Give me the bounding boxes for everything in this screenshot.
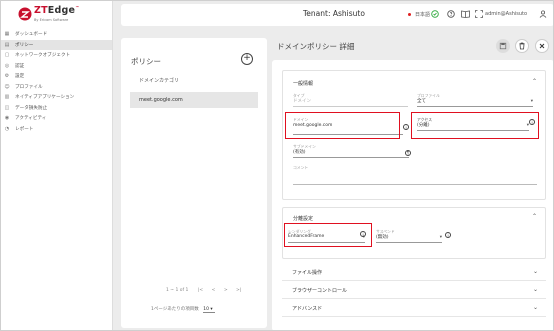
profile-select[interactable]: プロファイル 全て ▾ [417, 93, 533, 107]
logo-text: ZTEdge™ [34, 5, 80, 16]
top-header: Tenant: Ashisuto 日本語 admin@Ashisuto [121, 4, 554, 26]
sidebar-item-label: プロファイル [15, 84, 43, 90]
fullscreen-icon[interactable] [475, 10, 483, 20]
sidebar-item-label: 認証 [15, 63, 25, 69]
sidebar-item-7[interactable]: ◫ データ損失防止 [0, 103, 112, 114]
sidebar-item-4[interactable]: ⚙ 設定 [0, 71, 112, 82]
first-page-icon[interactable]: |< [198, 288, 203, 293]
collapse-chevron-icon[interactable]: ⌃ [532, 213, 537, 220]
domain-info-icon[interactable]: i [403, 124, 409, 130]
dropdown-caret-icon: ▾ [530, 99, 533, 104]
sidebar-item-0[interactable]: ▦ ダッシュボード [0, 29, 112, 40]
dashboard-icon: ▦ [4, 31, 10, 38]
save-icon [499, 42, 507, 50]
subdomain-select[interactable]: サブドメイン (有効) ▾ [293, 144, 409, 158]
help-icon[interactable] [447, 10, 455, 20]
rendering-highlight [284, 223, 372, 247]
close-icon [539, 43, 545, 49]
expand-chevron-icon: ⌄ [532, 268, 538, 275]
sidebar-item-label: ダッシュボード [15, 32, 48, 38]
collapse-chevron-icon[interactable]: ⌃ [532, 78, 537, 85]
ztedge-logo[interactable]: ZTEdge™ By Ericom Software [18, 5, 98, 27]
location-icon: ⚙ [4, 73, 10, 80]
sidebar-item-8[interactable]: ◉ アクティビティ [0, 113, 112, 124]
sidebar-item-label: 設定 [15, 74, 25, 80]
sidebar-item-label: ポリシー [15, 42, 34, 48]
data-loss-icon: ◫ [4, 104, 10, 111]
domain-highlight [285, 112, 400, 139]
sidebar: ZTEdge™ By Ericom Software ▦ ダッシュボード ▤ ポリシー… [0, 0, 113, 331]
user-icon[interactable] [539, 10, 547, 20]
sidebar-item-label: ネイティブアプリケーション [15, 95, 75, 101]
page-range: 1 ~ 1 of 1 [166, 288, 189, 293]
access-highlight [411, 112, 539, 139]
book-icon[interactable] [461, 10, 470, 20]
prev-page-icon[interactable]: < [212, 288, 216, 293]
comment-field[interactable]: コメント [293, 165, 537, 185]
tenant-name: Tenant: Ashisuto [303, 9, 365, 18]
auth-icon: ◎ [4, 62, 10, 69]
subdomain-info-icon[interactable]: i [405, 150, 411, 156]
native-app-icon: ▥ [4, 94, 10, 101]
ztedge-logo-icon [18, 7, 32, 21]
trash-icon [519, 42, 525, 50]
sidebar-item-label: アクティビティ [15, 116, 47, 122]
suspend-info-icon[interactable]: i [445, 232, 451, 238]
language-selector[interactable]: 日本語 [408, 11, 430, 18]
last-page-icon[interactable]: >| [236, 288, 241, 293]
isolation-settings-heading: 分離設定 [293, 216, 314, 222]
add-policy-button[interactable]: + [241, 53, 253, 65]
save-button[interactable] [496, 39, 510, 53]
sidebar-item-2[interactable]: ▢ ネットワークオブジェクト [0, 50, 112, 61]
general-info-heading: 一般情報 [293, 81, 314, 87]
sidebar-item-6[interactable]: ▥ ネイティブアプリケーション [0, 92, 112, 103]
expand-chevron-icon: ⌄ [532, 286, 538, 293]
suspend-select[interactable]: サスペンド (無効) ▾ [376, 229, 442, 243]
expand-chevron-icon: ⌄ [532, 304, 538, 311]
items-per-page: 1ページあたりの項目数 10 ▾ [151, 307, 215, 313]
sidebar-item-label: データ損失防止 [15, 105, 48, 111]
sidebar-item-9[interactable]: ◔ レポート [0, 124, 112, 135]
page-title: ドメインポリシー 詳細 [277, 42, 355, 51]
policy-icon: ▤ [4, 41, 10, 48]
browser-control-section[interactable]: ブラウザーコントロール ⌄ [282, 282, 546, 299]
paginator: 1 ~ 1 of 1 |< < > >| [166, 288, 241, 293]
policy-list-panel: ポリシー + ドメインカテゴリ meet.google.com 1 ~ 1 of… [121, 38, 267, 328]
policy-list-item[interactable]: meet.google.com [130, 92, 258, 108]
policy-list-title: ポリシー [131, 57, 161, 66]
advanced-section[interactable]: アドバンスド ⌄ [282, 300, 546, 317]
audit-icon: ◉ [4, 115, 10, 122]
profile-icon: ☺ [4, 83, 10, 90]
sidebar-item-5[interactable]: ☺ プロファイル [0, 82, 112, 93]
close-button[interactable] [535, 39, 549, 53]
status-check-icon[interactable] [431, 10, 439, 20]
domain-category-label: ドメインカテゴリ [139, 78, 180, 84]
logo-subtitle: By Ericom Software [34, 18, 69, 22]
sidebar-item-3[interactable]: ◎ 認証 [0, 61, 112, 72]
file-operations-section[interactable]: ファイル操作 ⌄ [282, 264, 546, 281]
sidebar-nav: ▦ ダッシュボード ▤ ポリシー ▢ ネットワークオブジェクト ◎ 認証 ⚙ 設定 ☺ プロファイル ▥… [0, 29, 112, 134]
type-field: タイプ ドメイン [293, 93, 408, 107]
dropdown-caret-icon: ▾ [439, 235, 442, 240]
report-icon: ◔ [4, 125, 10, 132]
network-object-icon: ▢ [4, 52, 10, 59]
user-name[interactable]: admin@Ashisuto [485, 11, 527, 17]
next-page-icon[interactable]: > [224, 288, 228, 293]
sidebar-item-label: レポート [15, 126, 34, 132]
sidebar-item-label: ネットワークオブジェクト [15, 53, 71, 59]
language-dot-icon [408, 13, 411, 16]
items-per-page-select[interactable]: 10 ▾ [203, 307, 215, 313]
delete-button[interactable] [515, 39, 529, 53]
sidebar-item-1[interactable]: ▤ ポリシー [0, 39, 112, 50]
